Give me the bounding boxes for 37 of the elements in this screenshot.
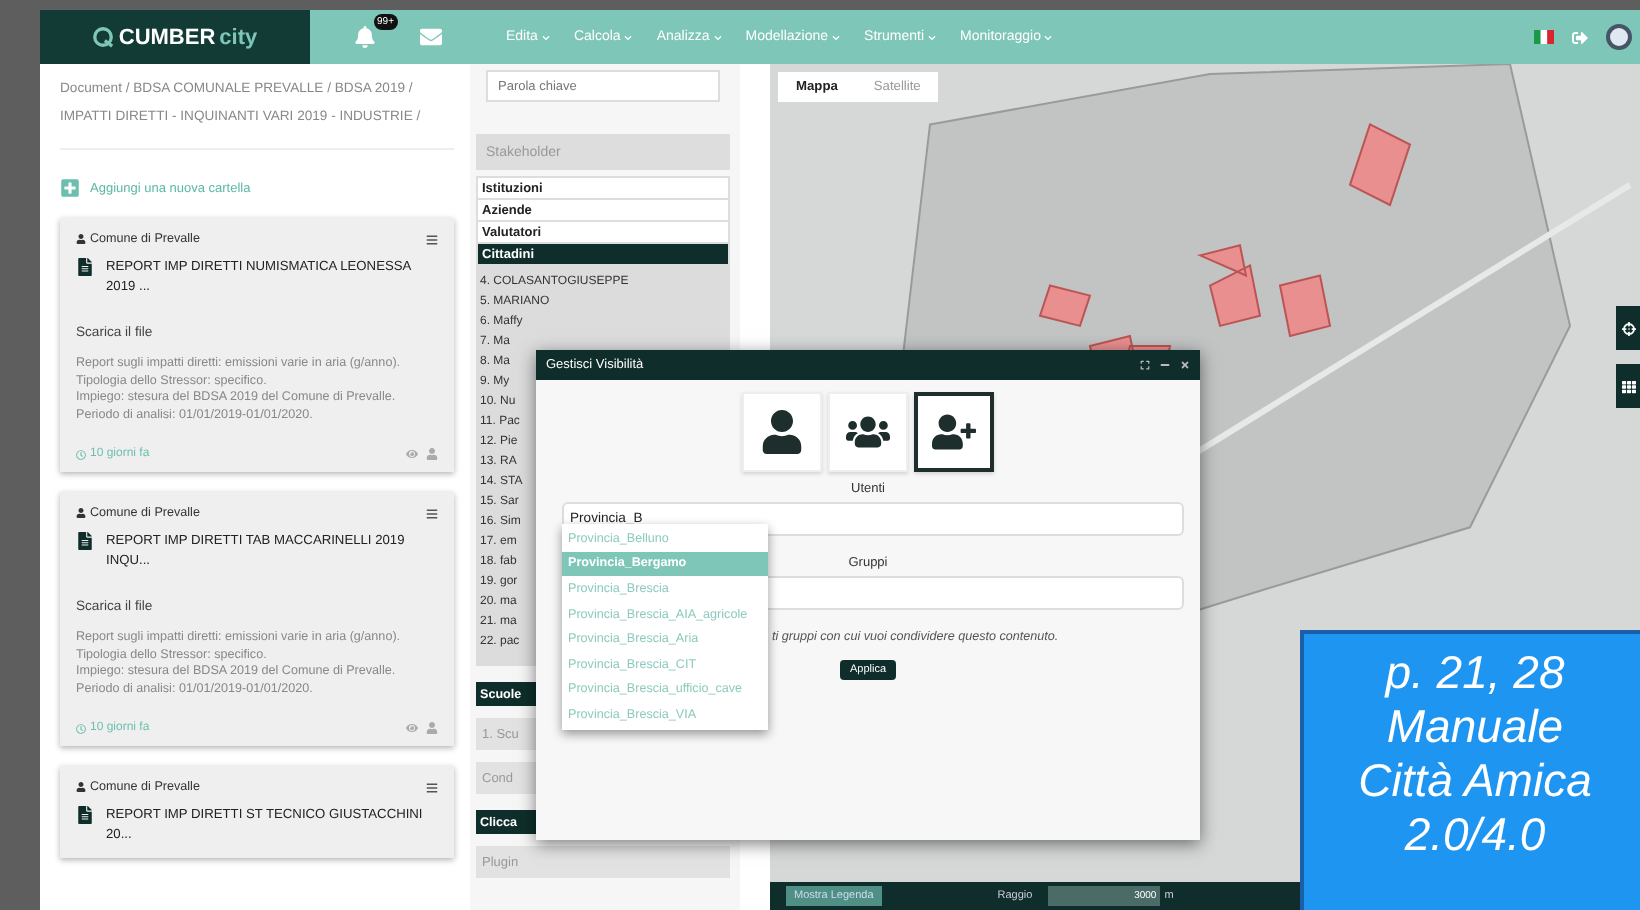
file-icon <box>76 258 94 276</box>
logo-q-icon <box>92 26 115 48</box>
caret-icon <box>713 33 722 41</box>
file-icon <box>76 532 94 550</box>
grid-icon <box>1621 379 1635 393</box>
users-mode-button[interactable] <box>828 392 908 472</box>
menu-icon[interactable] <box>426 781 438 793</box>
locate-button[interactable] <box>1616 306 1640 350</box>
minimize-icon[interactable] <box>1160 360 1170 370</box>
file-icon <box>76 806 94 824</box>
annotation-text: Manuale <box>1386 700 1564 754</box>
expand-icon[interactable] <box>1140 360 1150 370</box>
crosshair-icon <box>1621 321 1635 335</box>
caret-icon <box>624 33 633 41</box>
clock-icon <box>76 723 86 733</box>
avatar[interactable] <box>1606 24 1632 50</box>
user-icon <box>760 410 804 454</box>
user-mode-button[interactable] <box>742 392 822 472</box>
logo[interactable]: CUMBER city <box>40 10 310 64</box>
caret-icon <box>832 33 841 41</box>
caret-icon <box>541 33 550 41</box>
user-icon <box>76 234 86 244</box>
user-icon <box>76 782 86 792</box>
annotation-text: p. 21, 28 <box>1385 646 1565 700</box>
annotation-text: 2.0/4.0 <box>1404 808 1546 862</box>
user-plus-mode-button[interactable] <box>914 392 994 472</box>
italian-flag-icon[interactable] <box>1534 30 1554 44</box>
close-icon[interactable] <box>1180 360 1190 370</box>
menu-icon[interactable] <box>426 233 438 245</box>
caret-icon <box>1044 33 1053 41</box>
user-plus-icon <box>932 410 976 454</box>
annotation-text: Città Amica <box>1358 754 1592 808</box>
user-icon <box>76 508 86 518</box>
menu-icon[interactable] <box>426 507 438 519</box>
clock-icon <box>76 449 86 459</box>
grid-button[interactable] <box>1616 364 1640 408</box>
caret-icon <box>928 33 937 41</box>
